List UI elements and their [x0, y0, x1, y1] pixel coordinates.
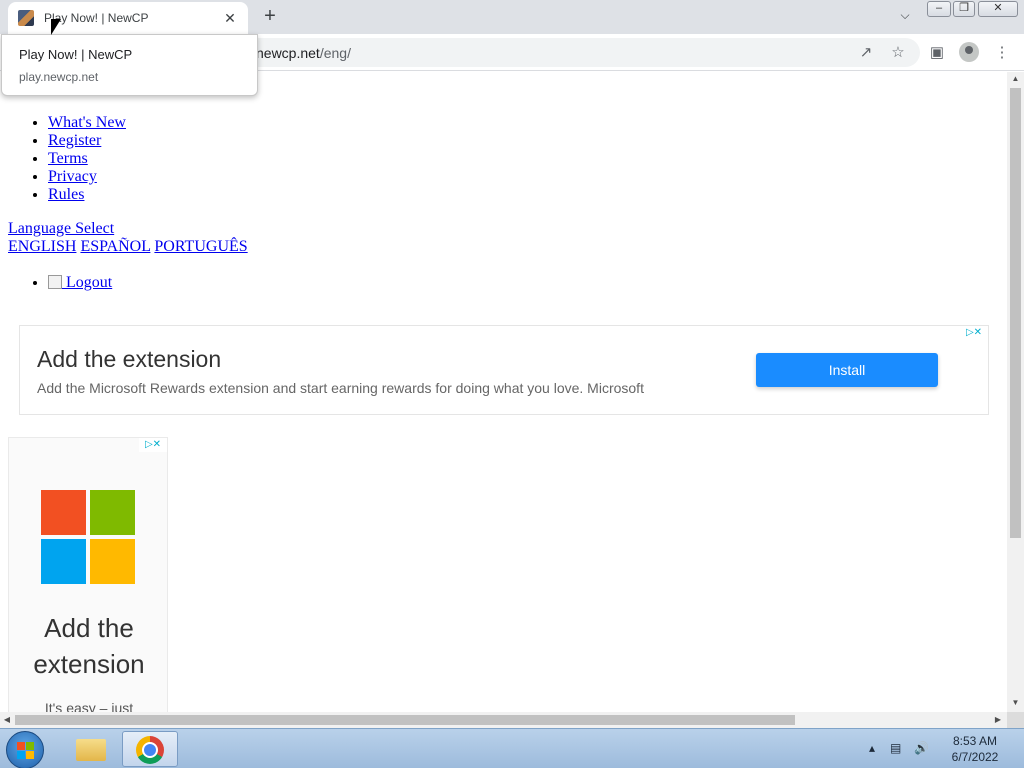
flag-green: [26, 742, 34, 750]
clock-time: 8:53 AM: [952, 734, 998, 748]
adchoices-icon[interactable]: ▷✕: [960, 326, 988, 340]
tab-search-chevron-icon[interactable]: ⌵: [896, 8, 914, 26]
ad-side-headline: Add the extension: [33, 613, 145, 679]
volume-icon[interactable]: 🔊: [914, 741, 929, 755]
tab-title: Play Now! | NewCP: [44, 11, 149, 25]
nav-item: What's New: [48, 114, 126, 132]
nav-link-rules[interactable]: Rules: [48, 186, 84, 203]
url-path: /eng/: [319, 45, 351, 61]
clock-date: 6/7/2022: [951, 750, 999, 764]
chrome-icon: [136, 736, 164, 764]
vertical-scrollbar[interactable]: ▲ ▼: [1007, 72, 1024, 712]
lang-english-link[interactable]: ENGLISH: [8, 238, 76, 255]
horizontal-scroll-thumb[interactable]: [15, 715, 795, 725]
lang-portugues-link[interactable]: PORTUGUÊS: [154, 238, 247, 255]
logo-square-green: [90, 490, 135, 535]
broken-image-icon: [48, 275, 62, 289]
site-favicon-icon: [18, 10, 34, 26]
logout-item: Logout: [48, 274, 112, 292]
nav-item: Rules: [48, 186, 126, 204]
taskbar-chrome-button[interactable]: [122, 731, 178, 767]
taskbar-explorer-button[interactable]: [62, 731, 118, 767]
flag-red: [17, 742, 25, 750]
hover-card-title: Play Now! | NewCP: [19, 47, 133, 62]
nav-link-register[interactable]: Register: [48, 132, 101, 149]
folder-icon: [76, 739, 106, 761]
mouse-cursor-icon: [51, 19, 61, 35]
page-content: What's New Register Terms Privacy Rules …: [0, 72, 1007, 712]
ad-banner-subtext: Add the Microsoft Rewards extension and …: [37, 380, 644, 396]
vertical-scroll-thumb[interactable]: [1010, 88, 1021, 538]
ad-side[interactable]: ▷✕ Add the extension It's easy – just: [8, 437, 168, 712]
ad-install-button[interactable]: Install: [756, 353, 938, 387]
bookmark-star-icon[interactable]: ☆: [888, 43, 908, 63]
ad-banner-headline: Add the extension: [37, 346, 222, 372]
network-icon[interactable]: ▤: [890, 741, 901, 755]
scroll-right-arrow-icon[interactable]: ▶: [991, 712, 1005, 728]
logo-square-yellow: [90, 539, 135, 584]
ad-side-subtext: It's easy – just: [44, 700, 134, 712]
ad-banner[interactable]: Add the extension Add the Microsoft Rewa…: [19, 325, 989, 415]
window-close-button[interactable]: ✕: [978, 1, 1018, 17]
url-host: newcp.net: [256, 45, 320, 61]
language-select: Language Select ENGLISH ESPAÑOL PORTUGUÊ…: [8, 220, 248, 256]
nav-item: Register: [48, 132, 126, 150]
minimize-button[interactable]: –: [927, 1, 951, 17]
logout-link[interactable]: Logout: [48, 274, 112, 291]
logo-square-red: [41, 490, 86, 535]
scroll-down-arrow-icon[interactable]: ▼: [1007, 696, 1024, 710]
windows-taskbar: ▴ ▤ 🔊 8:53 AM 6/7/2022: [0, 728, 1024, 768]
nav-link-terms[interactable]: Terms: [48, 150, 88, 167]
scroll-left-arrow-icon[interactable]: ◀: [0, 712, 14, 728]
new-tab-button[interactable]: +: [260, 6, 280, 26]
nav-link-privacy[interactable]: Privacy: [48, 168, 97, 185]
logout-label: Logout: [62, 274, 113, 291]
windows-flag-icon: [17, 742, 35, 760]
start-button[interactable]: [6, 731, 44, 768]
profile-avatar-icon[interactable]: [959, 42, 979, 62]
tab-play-now[interactable]: Play Now! | NewCP ✕: [8, 2, 248, 34]
flag-blue: [17, 751, 25, 759]
restore-button[interactable]: ❐: [953, 1, 975, 17]
menu-kebab-icon[interactable]: ⋮: [992, 43, 1012, 63]
horizontal-scrollbar[interactable]: ◀ ▶: [0, 712, 1007, 728]
account-list: Logout: [48, 274, 112, 292]
side-panel-icon[interactable]: ▣: [927, 43, 947, 63]
taskbar-clock[interactable]: 8:53 AM 6/7/2022: [940, 733, 1010, 765]
scroll-up-arrow-icon[interactable]: ▲: [1007, 72, 1024, 86]
tab-strip: Play Now! | NewCP ✕ + ⌵ – ❐ ✕: [0, 0, 1024, 34]
show-hidden-icons-icon[interactable]: ▴: [869, 741, 875, 755]
adchoices-icon[interactable]: ▷✕: [139, 438, 167, 452]
tab-close-icon[interactable]: ✕: [222, 10, 238, 27]
language-select-link[interactable]: Language Select: [8, 220, 114, 237]
url-text[interactable]: newcp.net/eng/: [256, 45, 351, 61]
site-nav-list: What's New Register Terms Privacy Rules: [48, 114, 126, 204]
nav-item: Terms: [48, 150, 126, 168]
lang-espanol-link[interactable]: ESPAÑOL: [80, 238, 150, 255]
nav-link-whats-new[interactable]: What's New: [48, 114, 126, 131]
nav-item: Privacy: [48, 168, 126, 186]
flag-yellow: [26, 751, 34, 759]
microsoft-logo-icon: [41, 490, 135, 584]
share-icon[interactable]: ↗: [856, 43, 876, 63]
scroll-corner: [1007, 712, 1024, 728]
logo-square-blue: [41, 539, 86, 584]
